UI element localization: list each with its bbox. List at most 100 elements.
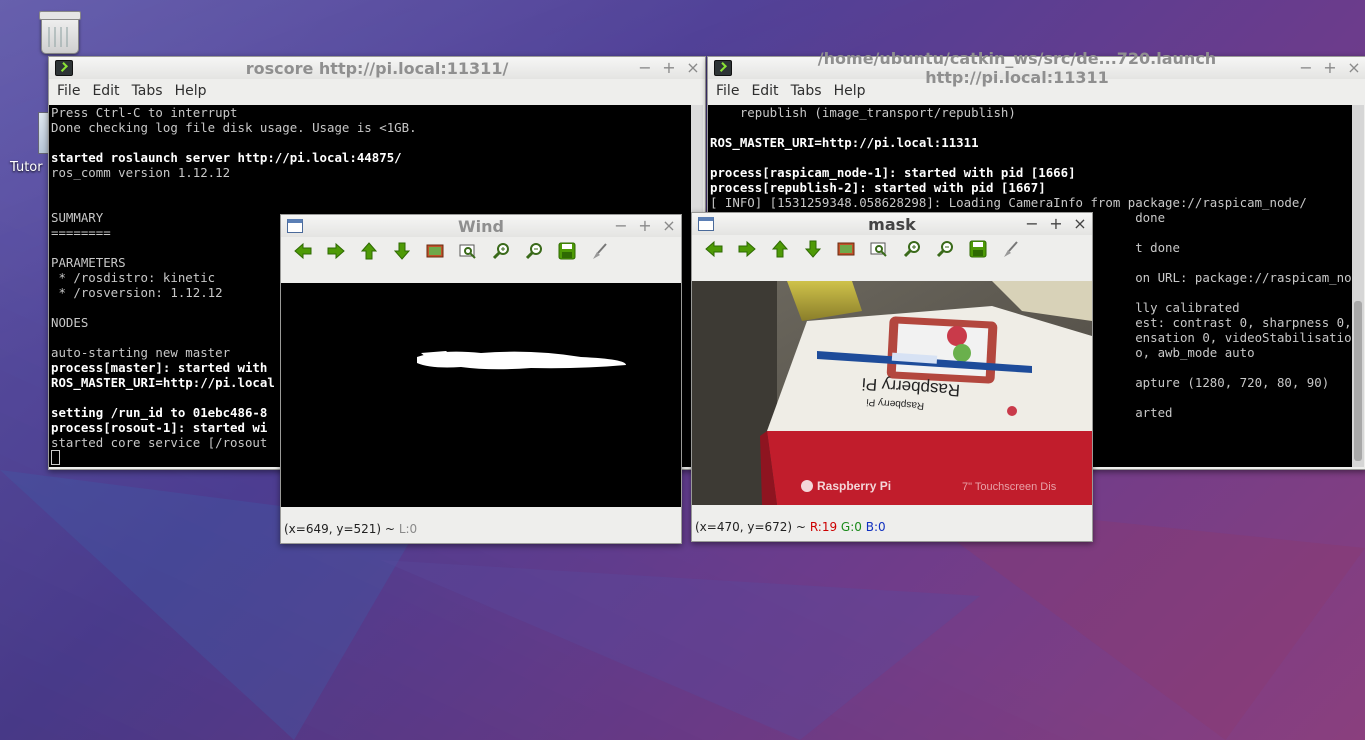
down-arrow-button[interactable]	[801, 239, 825, 263]
menu-help[interactable]: Help	[169, 83, 213, 99]
image-toolbar	[281, 237, 681, 269]
wallpaper-facet	[380, 560, 980, 740]
minimize-button[interactable]: −	[637, 58, 653, 78]
terminal-line: process[raspicam_node-1]: started with p…	[710, 165, 1076, 180]
zoom-in-button[interactable]	[900, 239, 924, 263]
terminal-icon	[55, 60, 73, 76]
minimize-button[interactable]: −	[613, 216, 629, 236]
image-toolbar	[692, 235, 1092, 267]
up-arrow-icon	[770, 239, 790, 263]
close-button[interactable]: ×	[1346, 58, 1362, 78]
menu-file[interactable]: File	[710, 83, 745, 99]
box-text: Raspberry Pi	[817, 479, 891, 493]
up-arrow-icon	[359, 241, 379, 265]
title-bar[interactable]: roscore http://pi.local:11311/ − + ×	[49, 57, 705, 79]
save-button[interactable]	[555, 241, 579, 265]
up-arrow-button[interactable]	[768, 239, 792, 263]
menu-tabs[interactable]: Tabs	[785, 83, 828, 99]
terminal-line: Press Ctrl-C to interrupt	[51, 105, 238, 120]
zoom-out-button[interactable]	[522, 241, 546, 265]
window-icon	[698, 217, 714, 231]
maximize-button[interactable]: +	[1048, 214, 1064, 234]
down-arrow-icon	[392, 241, 412, 265]
close-button[interactable]: ×	[661, 216, 677, 236]
mask-image-window[interactable]: mask − + × Raspberry Pi Raspberry Pi Ras…	[691, 212, 1093, 542]
forward-arrow-button[interactable]	[324, 241, 348, 265]
menu-edit[interactable]: Edit	[745, 83, 784, 99]
brush-button[interactable]	[588, 241, 612, 265]
menu-tabs[interactable]: Tabs	[126, 83, 169, 99]
brush-button[interactable]	[999, 239, 1023, 263]
minimize-button[interactable]: −	[1024, 214, 1040, 234]
minimize-button[interactable]: −	[1298, 58, 1314, 78]
image-button[interactable]	[423, 241, 447, 265]
forward-arrow-icon	[326, 241, 346, 265]
wind-image-window[interactable]: Wind − + × (x=649, y=521) ~ L:0	[280, 214, 682, 544]
title-bar[interactable]: /home/ubuntu/catkin_ws/src/de...720.laun…	[708, 49, 1365, 87]
camera-image-canvas[interactable]: Raspberry Pi Raspberry Pi Raspberry Pi 7…	[692, 281, 1092, 505]
maximize-button[interactable]: +	[1322, 58, 1338, 78]
image-button[interactable]	[834, 239, 858, 263]
window-icon	[287, 219, 303, 233]
down-arrow-button[interactable]	[390, 241, 414, 265]
status-level: L:0	[398, 522, 418, 536]
mask-blob	[417, 351, 626, 370]
save-icon	[557, 241, 577, 265]
menu-edit[interactable]: Edit	[86, 83, 125, 99]
terminal-line: process[republish-2]: started with pid […	[710, 180, 1046, 195]
camera-photo: Raspberry Pi Raspberry Pi Raspberry Pi 7…	[692, 281, 1092, 505]
back-arrow-icon	[293, 241, 313, 265]
window-title: roscore http://pi.local:11311/	[245, 58, 509, 78]
menu-bar: File Edit Tabs Help	[708, 79, 1365, 103]
close-button[interactable]: ×	[685, 58, 701, 78]
text-cursor	[51, 450, 60, 465]
status-coordinates: (x=470, y=672) ~	[695, 520, 806, 534]
image-canvas[interactable]	[281, 283, 681, 507]
terminal-icon	[714, 60, 732, 76]
menu-file[interactable]: File	[51, 83, 86, 99]
box-text: 7" Touchscreen Dis	[962, 481, 1057, 493]
back-arrow-button[interactable]	[291, 241, 315, 265]
brush-icon	[590, 241, 610, 265]
status-green: G:0	[840, 520, 862, 534]
terminal-line: republish (image_transport/republish)	[710, 105, 1016, 120]
save-icon	[968, 239, 988, 263]
zoom-in-button[interactable]	[489, 241, 513, 265]
scrollbar[interactable]	[1352, 105, 1364, 467]
title-bar[interactable]: mask − + ×	[692, 213, 1092, 235]
terminal-line: Done checking log file disk usage. Usage…	[51, 120, 417, 135]
title-bar[interactable]: Wind − + ×	[281, 215, 681, 237]
down-arrow-icon	[803, 239, 823, 263]
terminal-line: ros_comm version 1.12.12	[51, 165, 231, 180]
status-coordinates: (x=649, y=521) ~	[284, 522, 395, 536]
trash-icon	[39, 11, 81, 54]
status-bar: (x=470, y=672) ~ R:19 G:0 B:0	[695, 520, 886, 534]
zoom-out-button[interactable]	[933, 239, 957, 263]
close-button[interactable]: ×	[1072, 214, 1088, 234]
terminal-line: ROS_MASTER_URI=http://pi.local:11311	[710, 135, 979, 150]
scrollbar-thumb[interactable]	[1354, 301, 1362, 461]
up-arrow-button[interactable]	[357, 241, 381, 265]
zoom-out-icon	[524, 241, 544, 265]
brush-icon	[1001, 239, 1021, 263]
status-blue: B:0	[865, 520, 886, 534]
terminal-line: started roslaunch server http://pi.local…	[51, 150, 402, 165]
zoom-fit-button[interactable]	[867, 239, 891, 263]
forward-arrow-button[interactable]	[735, 239, 759, 263]
zoom-fit-button[interactable]	[456, 241, 480, 265]
image-icon	[836, 239, 856, 263]
menu-bar: File Edit Tabs Help	[49, 79, 705, 103]
maximize-button[interactable]: +	[637, 216, 653, 236]
zoom-fit-icon	[458, 241, 478, 265]
maximize-button[interactable]: +	[661, 58, 677, 78]
image-icon	[425, 241, 445, 265]
back-arrow-icon	[704, 239, 724, 263]
zoom-out-icon	[935, 239, 955, 263]
back-arrow-button[interactable]	[702, 239, 726, 263]
menu-help[interactable]: Help	[828, 83, 872, 99]
save-button[interactable]	[966, 239, 990, 263]
